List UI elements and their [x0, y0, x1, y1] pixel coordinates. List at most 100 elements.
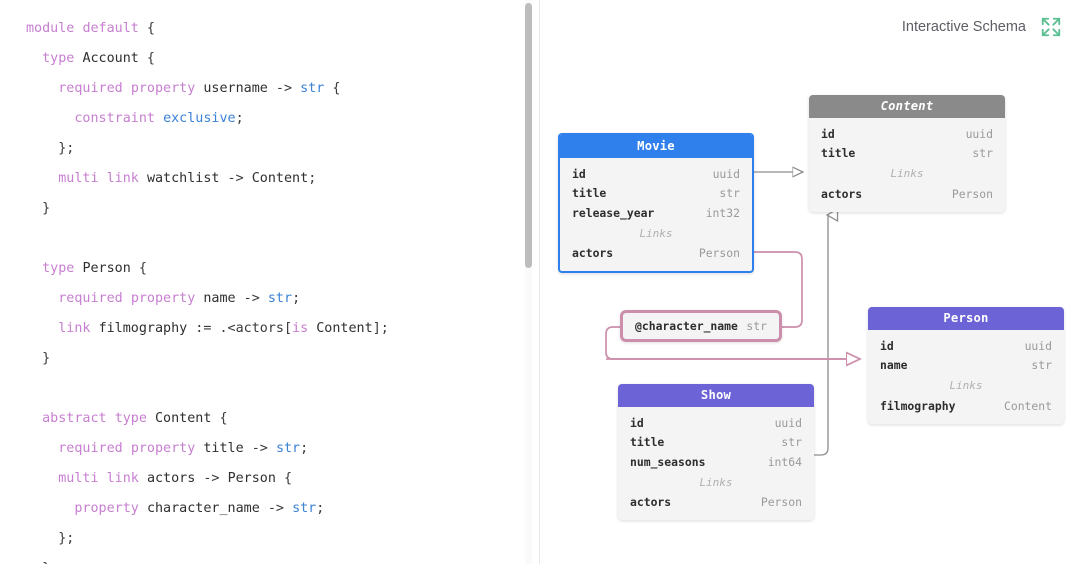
row-name: num_seasons [630, 454, 706, 469]
node-row[interactable]: id uuid [809, 124, 1005, 144]
code-line[interactable]: link filmography := .<actors[is Content]… [26, 314, 540, 344]
node-header-person: Person [868, 307, 1064, 330]
row-type: uuid [774, 415, 802, 430]
row-type: str [1031, 358, 1052, 373]
schema-node-content[interactable]: Content id uuid title str Links actors P… [809, 95, 1005, 212]
code-token: required [58, 291, 131, 306]
node-row[interactable]: title str [560, 184, 752, 204]
node-row[interactable]: id uuid [618, 413, 814, 433]
row-name: title [821, 146, 856, 161]
code-line[interactable] [26, 224, 540, 254]
code-token: { [324, 81, 341, 96]
node-header-movie: Movie [560, 135, 752, 158]
code-line[interactable]: } [26, 194, 540, 224]
code-token: type [42, 261, 83, 276]
node-row[interactable]: num_seasons int64 [618, 452, 814, 472]
node-section-links: Links [949, 379, 983, 392]
code-line[interactable]: module default { [26, 14, 540, 44]
code-token: abstract [42, 411, 115, 426]
node-row[interactable]: actors Person [618, 493, 814, 513]
row-name: actors [572, 246, 614, 261]
schema-title: Interactive Schema [901, 19, 1026, 35]
code-token: str [292, 501, 317, 516]
code-token: := .<actors[ [187, 321, 293, 336]
code-token: Person [82, 261, 131, 276]
schema-node-person[interactable]: Person id uuid name str Links filmograph… [868, 307, 1064, 424]
code-line[interactable]: } [26, 554, 540, 564]
row-name: title [630, 435, 665, 450]
node-row[interactable]: id uuid [868, 336, 1064, 356]
node-row[interactable]: title str [809, 144, 1005, 164]
code-token: Content [155, 411, 212, 426]
link-property-row[interactable]: @character_name str [623, 313, 779, 339]
row-type: uuid [965, 126, 993, 141]
node-row[interactable]: release_year int32 [560, 203, 752, 223]
node-row[interactable]: name str [868, 356, 1064, 376]
node-row[interactable]: actors Person [809, 184, 1005, 204]
code-token: -> [267, 81, 301, 96]
interactive-schema-pane[interactable]: Interactive Schema Movie id uuid title s… [540, 0, 1080, 564]
code-editor-pane[interactable]: module default { type Account { required… [0, 0, 540, 564]
code-token: Account [82, 51, 139, 66]
code-line[interactable]: multi link actors -> Person { [26, 464, 540, 494]
code-line[interactable]: multi link watchlist -> Content; [26, 164, 540, 194]
code-token: default [82, 21, 139, 36]
code-token: required [58, 441, 131, 456]
node-body-person: id uuid name str Links filmography Conte… [868, 330, 1064, 424]
code-token: exclusive [163, 111, 236, 126]
code-token: is [292, 321, 317, 336]
code-token: str [267, 291, 293, 306]
code-token: { [138, 21, 155, 36]
row-name: actors [821, 186, 863, 201]
code-token: ; [292, 291, 301, 306]
code-token: username [203, 81, 268, 96]
code-line[interactable]: constraint exclusive; [26, 104, 540, 134]
expand-fullscreen-icon[interactable] [1040, 16, 1062, 38]
code-token: ; [300, 441, 309, 456]
code-line[interactable] [26, 374, 540, 404]
code-lines[interactable]: module default { type Account { required… [0, 0, 540, 564]
code-line[interactable]: required property title -> str; [26, 434, 540, 464]
code-token: required [58, 81, 131, 96]
schema-node-show[interactable]: Show id uuid title str num_seasons int64… [618, 384, 814, 520]
schema-node-movie[interactable]: Movie id uuid title str release_year int… [558, 133, 754, 273]
code-line[interactable]: type Account { [26, 44, 540, 74]
row-name: filmography [880, 398, 956, 413]
node-row[interactable]: filmography Content [868, 396, 1064, 416]
row-type: str [972, 146, 993, 161]
code-token: name [203, 291, 236, 306]
code-token: } [26, 351, 51, 366]
node-section-links: Links [639, 226, 673, 240]
row-name: id [630, 415, 644, 430]
code-line[interactable]: }; [26, 134, 540, 164]
schema-node-link-property[interactable]: @character_name str [620, 310, 782, 342]
code-token: property [74, 501, 147, 516]
code-line[interactable]: type Person { [26, 254, 540, 284]
code-line[interactable]: } [26, 344, 540, 374]
node-row[interactable]: actors Person [560, 244, 752, 264]
code-scrollbar-thumb[interactable] [525, 3, 532, 268]
code-line[interactable]: abstract type Content { [26, 404, 540, 434]
node-body-movie: id uuid title str release_year int32 Lin… [560, 158, 752, 271]
code-token: property [130, 81, 204, 96]
code-line[interactable]: required property username -> str { [26, 74, 540, 104]
code-token: }; [26, 531, 75, 546]
node-row[interactable]: title str [618, 433, 814, 453]
code-line[interactable]: }; [26, 524, 540, 554]
node-row[interactable]: id uuid [560, 164, 752, 184]
code-token: character_name [146, 501, 260, 516]
code-token: Person [227, 471, 276, 486]
row-name: release_year [572, 205, 655, 220]
code-token: type [114, 411, 155, 426]
row-type: uuid [712, 166, 740, 181]
node-section-links: Links [890, 167, 924, 180]
code-token: Content [316, 321, 373, 336]
code-line[interactable]: required property name -> str; [26, 284, 540, 314]
link-property-type: str [746, 319, 767, 333]
code-line[interactable]: property character_name -> str; [26, 494, 540, 524]
node-header-content: Content [809, 95, 1005, 118]
